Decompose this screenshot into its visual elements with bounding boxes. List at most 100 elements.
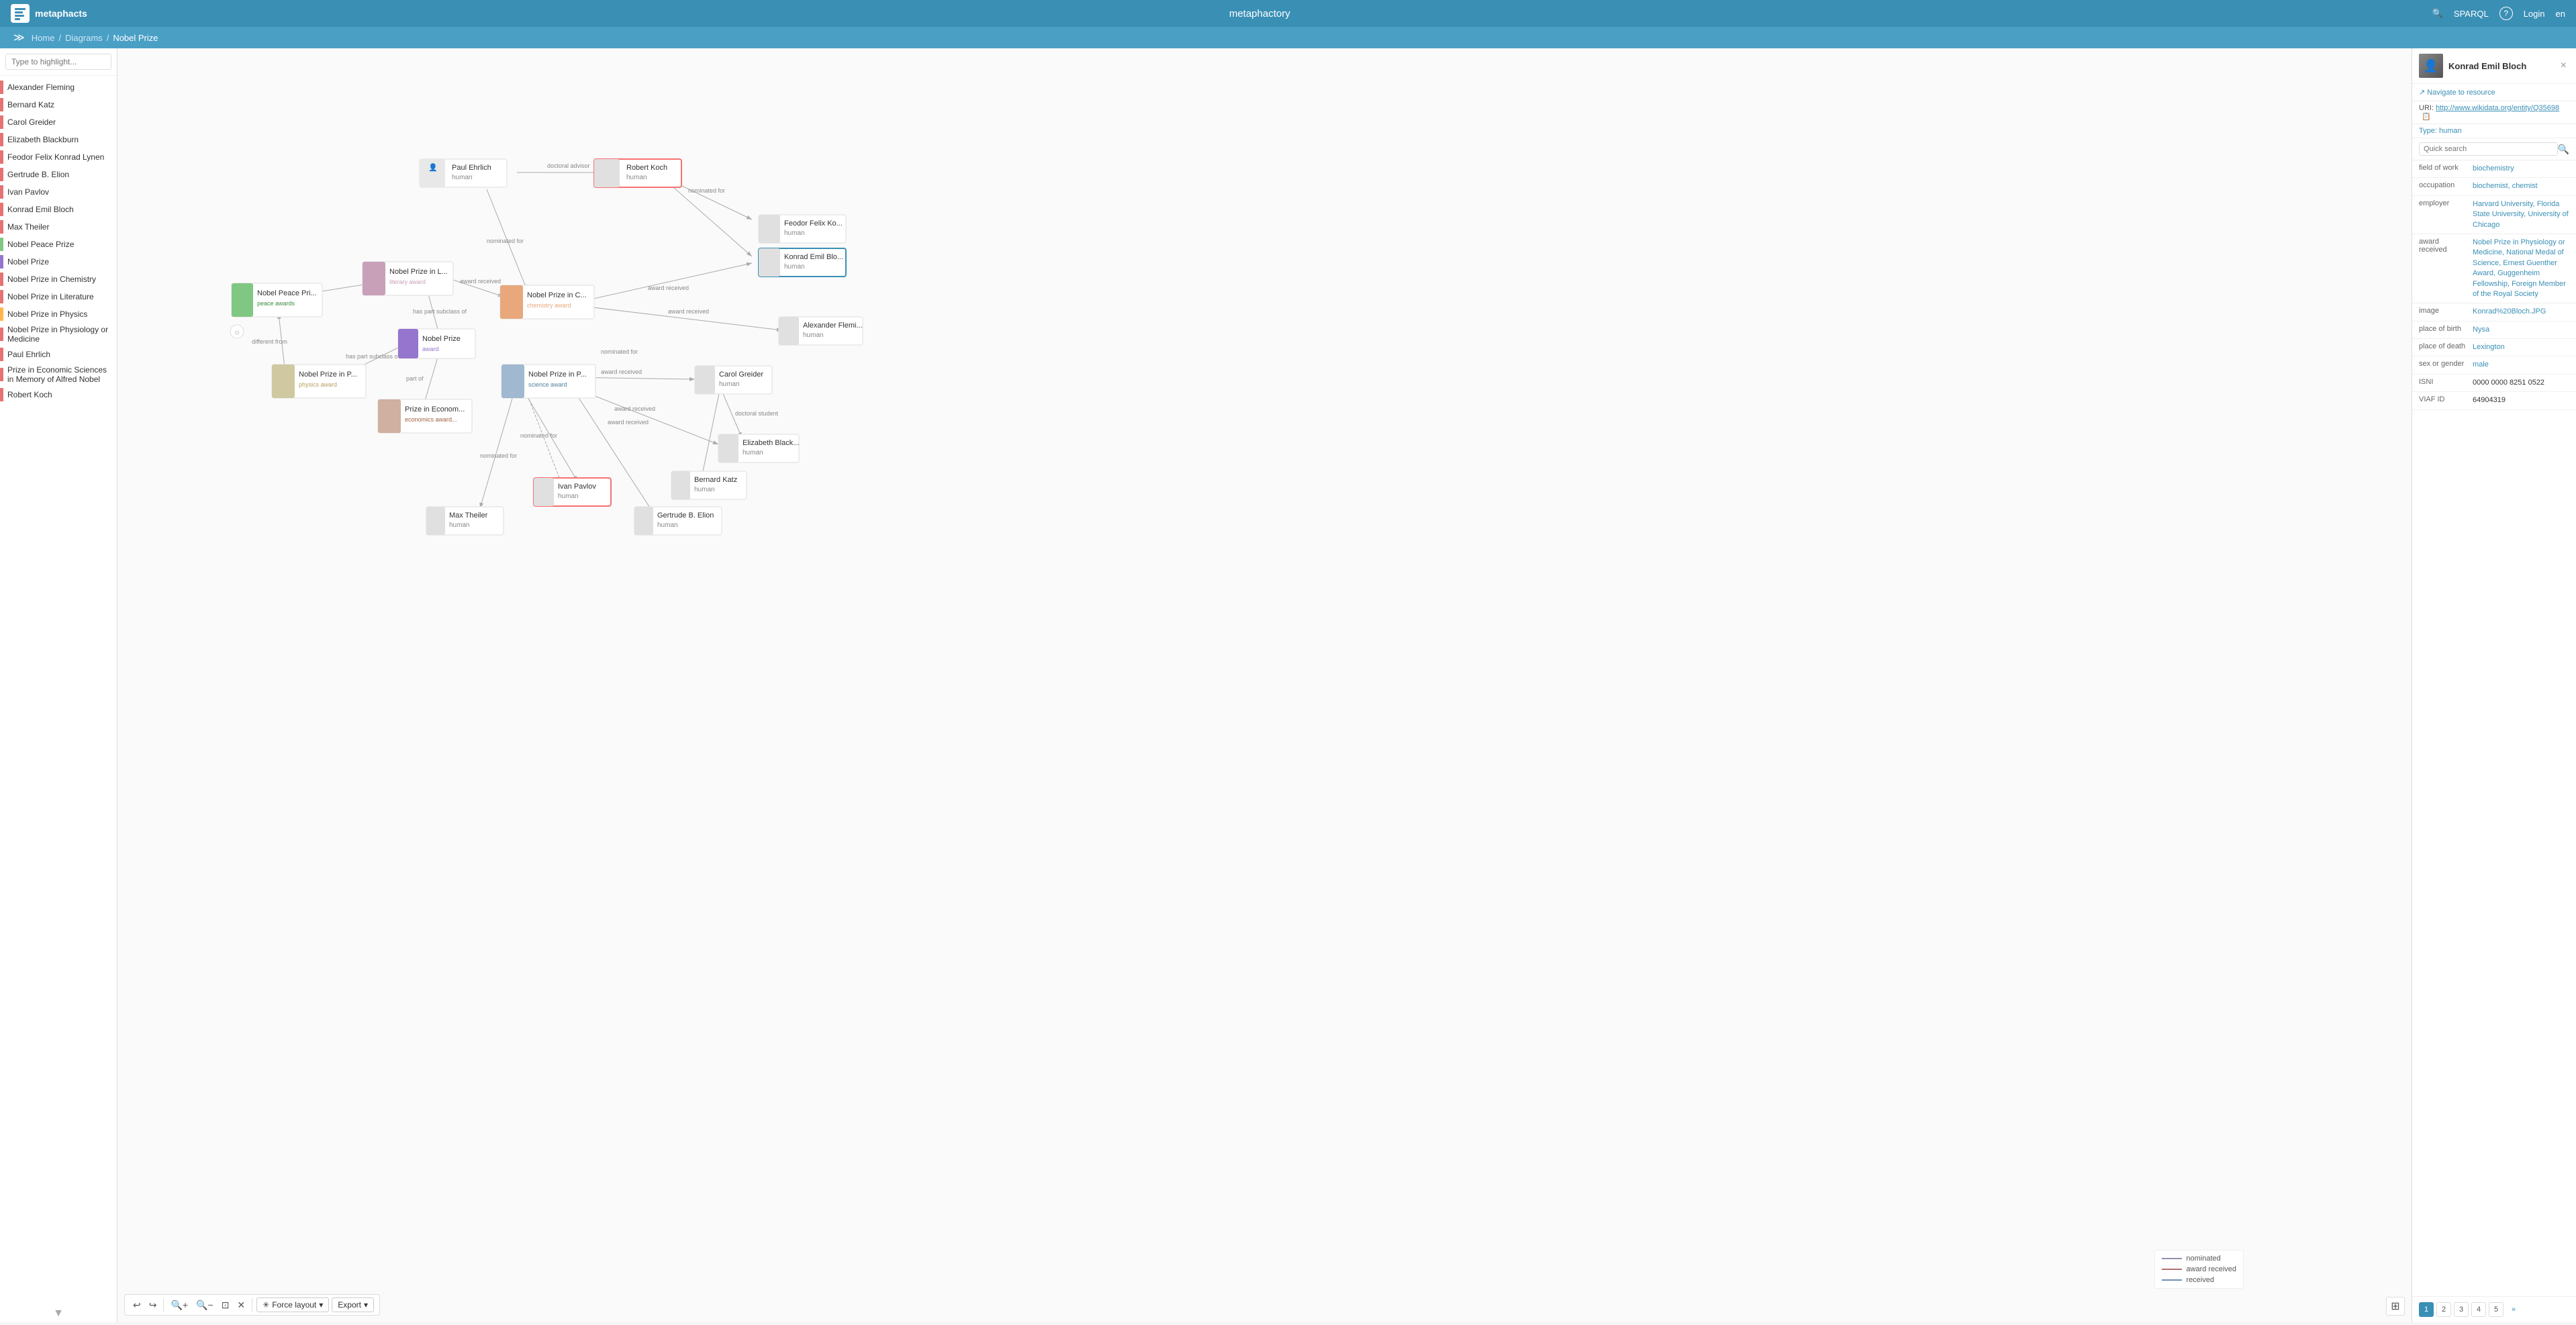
panel-search-button[interactable]: 🔍 xyxy=(2558,144,2569,155)
prop-value[interactable]: biochemist, chemist xyxy=(2473,181,2569,191)
login-link[interactable]: Login xyxy=(2524,9,2545,19)
copy-icon[interactable]: 📋 xyxy=(2422,113,2431,121)
graph-area[interactable]: doctoral advisor nominated for nominated… xyxy=(117,48,2412,1322)
node-nobel-prize[interactable]: Nobel Prize award xyxy=(398,329,475,358)
prop-value[interactable]: male xyxy=(2473,360,2569,370)
export-button[interactable]: Export ▾ xyxy=(332,1297,374,1312)
node-nobel-chem[interactable]: Nobel Prize in C... chemistry award xyxy=(500,285,594,319)
panel-search-input[interactable] xyxy=(2419,142,2558,156)
svg-text:science award: science award xyxy=(528,381,567,388)
sidebar-item[interactable]: Max Theiler xyxy=(0,218,117,236)
node-bernard[interactable]: Bernard Katz human xyxy=(671,471,747,499)
node-economics[interactable]: Prize in Econom... economics award... xyxy=(378,399,472,433)
sidebar-item[interactable]: Nobel Prize in Physics xyxy=(0,305,117,323)
prop-value[interactable]: Nysa xyxy=(2473,325,2569,335)
prop-value[interactable]: biochemistry xyxy=(2473,164,2569,174)
full-screen-button[interactable]: ⊞ xyxy=(2386,1297,2405,1316)
color-indicator xyxy=(0,255,3,268)
zoom-fit-button[interactable]: ⊡ xyxy=(219,1298,232,1312)
node-nobel-sci[interactable]: Nobel Prize in P... science award xyxy=(502,364,595,398)
zoom-in-button[interactable]: 🔍+ xyxy=(168,1298,191,1312)
svg-text:peace awards: peace awards xyxy=(257,300,295,307)
prop-label: ISNI xyxy=(2419,378,2473,388)
node-nobel-lit[interactable]: Nobel Prize in L... literary award xyxy=(363,262,453,295)
undo-button[interactable]: ↩ xyxy=(130,1298,144,1312)
page-button[interactable]: 5 xyxy=(2489,1302,2503,1317)
page-button[interactable]: » xyxy=(2506,1302,2521,1317)
legend-received: received xyxy=(2162,1276,2236,1284)
sidebar-scroll-down[interactable]: ▼ xyxy=(0,1305,117,1322)
sidebar-item[interactable]: Nobel Prize in Physiology or Medicine xyxy=(0,323,117,346)
sidebar-item-label: Nobel Prize in Chemistry xyxy=(7,275,111,284)
sidebar-item[interactable]: Nobel Prize in Literature xyxy=(0,288,117,305)
sidebar-item[interactable]: Prize in Economic Sciences in Memory of … xyxy=(0,363,117,386)
app-header: metaphacts metaphactory 🔍 SPARQL ? Login… xyxy=(0,0,2576,27)
clear-button[interactable]: ✕ xyxy=(234,1298,248,1312)
search-icon[interactable]: 🔍 xyxy=(2432,8,2443,19)
svg-text:human: human xyxy=(657,522,678,529)
page-button[interactable]: 4 xyxy=(2471,1302,2486,1317)
node-carol[interactable]: Carol Greider human xyxy=(695,366,772,394)
breadcrumb-home[interactable]: Home xyxy=(32,33,55,43)
sidebar-item[interactable]: Elizabeth Blackburn xyxy=(0,131,117,148)
sidebar-item-label: Max Theiler xyxy=(7,222,111,232)
lang-selector[interactable]: en xyxy=(2556,9,2565,19)
page-button[interactable]: 1 xyxy=(2419,1302,2434,1317)
node-ivan[interactable]: Ivan Pavlov human xyxy=(534,478,611,506)
sidebar-item[interactable]: Bernard Katz xyxy=(0,96,117,113)
graph-toolbar: ↩ ↪ 🔍+ 🔍− ⊡ ✕ ✳ Force layout ▾ Export ▾ xyxy=(124,1294,380,1316)
sidebar-item[interactable]: Nobel Prize in Chemistry xyxy=(0,271,117,288)
sidebar-item[interactable]: Gertrude B. Elion xyxy=(0,166,117,183)
zoom-out-button[interactable]: 🔍− xyxy=(193,1298,216,1312)
node-gertrude[interactable]: Gertrude B. Elion human xyxy=(634,507,722,535)
sidebar-search-input[interactable] xyxy=(5,54,111,70)
prop-value[interactable]: Lexington xyxy=(2473,342,2569,352)
node-peace-prize[interactable]: Nobel Peace Pri... peace awards xyxy=(232,283,322,317)
color-indicator xyxy=(0,150,3,164)
prop-row: place of deathLexington xyxy=(2412,339,2576,356)
svg-text:Feodor Felix Ko...: Feodor Felix Ko... xyxy=(784,219,843,228)
prop-value[interactable]: Konrad%20Bloch.JPG xyxy=(2473,307,2569,317)
uri-link[interactable]: http://www.wikidata.org/entity/Q35698 xyxy=(2436,104,2559,112)
sidebar-item[interactable]: Nobel Peace Prize xyxy=(0,236,117,253)
svg-text:Carol Greider: Carol Greider xyxy=(719,371,763,379)
sparql-link[interactable]: SPARQL xyxy=(2454,9,2489,19)
close-panel-button[interactable]: × xyxy=(2558,60,2569,72)
breadcrumb-diagrams[interactable]: Diagrams xyxy=(65,33,103,43)
redo-button[interactable]: ↪ xyxy=(146,1298,160,1312)
node-paul-ehrlich[interactable]: 👤 Paul Ehrlich human xyxy=(420,159,507,187)
sidebar-list: Alexander FlemingBernard KatzCarol Greid… xyxy=(0,76,117,1305)
svg-text:human: human xyxy=(784,263,805,271)
sidebar-item[interactable]: Paul Ehrlich xyxy=(0,346,117,363)
prop-label: award received xyxy=(2419,238,2473,299)
svg-text:doctoral advisor: doctoral advisor xyxy=(547,162,590,169)
prop-value[interactable]: Nobel Prize in Physiology or Medicine, N… xyxy=(2473,238,2569,299)
help-icon[interactable]: ? xyxy=(2499,7,2513,20)
expand-button[interactable]: ≫ xyxy=(11,31,28,44)
prop-value[interactable]: Harvard University, Florida State Univer… xyxy=(2473,199,2569,230)
navigate-link[interactable]: ↗ Navigate to resource xyxy=(2419,89,2495,97)
type-value[interactable]: human xyxy=(2439,127,2462,135)
prop-row: place of birthNysa xyxy=(2412,322,2576,339)
sidebar-item[interactable]: Alexander Fleming xyxy=(0,79,117,96)
prop-label: field of work xyxy=(2419,164,2473,174)
node-robert-koch[interactable]: Robert Koch human xyxy=(594,159,681,187)
sidebar-item[interactable]: Nobel Prize xyxy=(0,253,117,271)
node-feodor[interactable]: Feodor Felix Ko... human xyxy=(759,215,846,243)
prop-row: sex or gendermale xyxy=(2412,356,2576,374)
svg-text:nominated for: nominated for xyxy=(480,452,517,459)
page-button[interactable]: 2 xyxy=(2436,1302,2451,1317)
svg-text:human: human xyxy=(694,486,715,493)
sidebar-item[interactable]: Ivan Pavlov xyxy=(0,183,117,201)
page-button[interactable]: 3 xyxy=(2454,1302,2469,1317)
node-alexander[interactable]: Alexander Flemi... human xyxy=(779,317,863,345)
sidebar-item[interactable]: Konrad Emil Bloch xyxy=(0,201,117,218)
node-max[interactable]: Max Theiler human xyxy=(426,507,504,535)
node-konrad-blo[interactable]: Konrad Emil Blo... human xyxy=(759,248,846,277)
sidebar-item[interactable]: Feodor Felix Konrad Lynen xyxy=(0,148,117,166)
node-nobel-phys[interactable]: Nobel Prize in P... physics award xyxy=(272,364,366,398)
sidebar-item[interactable]: Robert Koch xyxy=(0,386,117,403)
force-layout-button[interactable]: ✳ Force layout ▾ xyxy=(256,1297,329,1312)
sidebar-item[interactable]: Carol Greider xyxy=(0,113,117,131)
node-elizabeth[interactable]: Elizabeth Black... human xyxy=(718,434,799,462)
